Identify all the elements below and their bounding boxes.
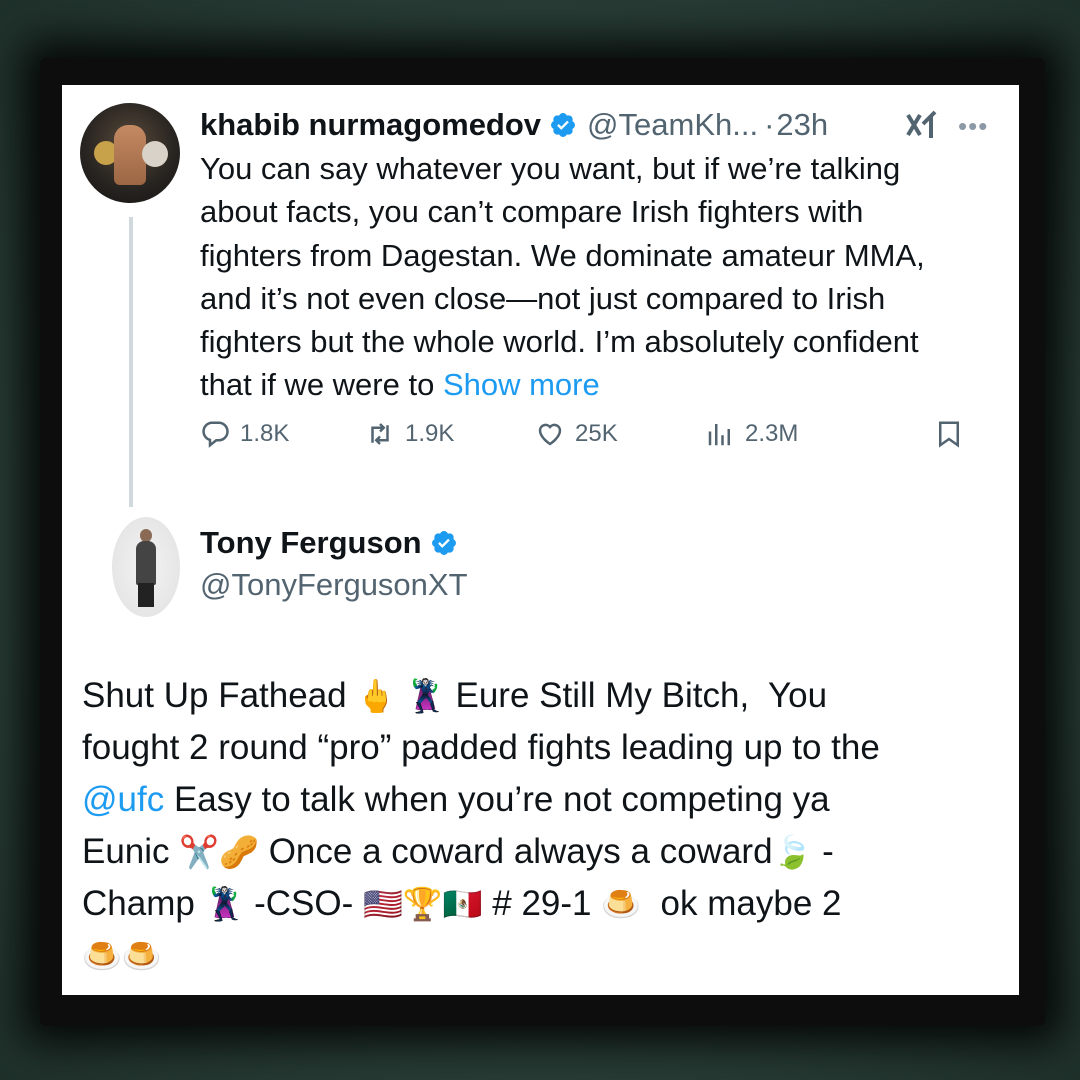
screenshot-card: khabib nurmagomedov @TeamKh... · 23h •••… [62, 85, 1019, 995]
avatar[interactable] [80, 103, 180, 203]
avatar[interactable] [112, 517, 180, 617]
tweet-actions: 1.8K 1.9K 25K 2.3M [200, 419, 1000, 459]
views-chart-icon [708, 424, 730, 446]
verified-badge-icon [551, 113, 576, 137]
more-dots-icon[interactable]: ••• [958, 111, 988, 142]
share-button[interactable] [1018, 419, 1019, 449]
flan-emoji: 🍮 [601, 885, 642, 923]
scissors-emoji: ✂️ [179, 833, 220, 871]
verified-badge-icon [431, 531, 456, 555]
views-button[interactable]: 2.3M [705, 419, 798, 449]
thread-line [129, 217, 133, 507]
bookmark-icon [939, 421, 959, 448]
like-count: 25K [575, 420, 618, 447]
share-icon [1018, 419, 1019, 449]
mention-link[interactable]: @ufc [82, 780, 164, 819]
reply-header: Tony Ferguson [200, 525, 458, 561]
views-count: 2.3M [745, 420, 799, 447]
peanut-emoji: 🥜 [219, 833, 259, 871]
reply-author-name[interactable]: Tony Ferguson [200, 525, 422, 561]
tweet-text: You can say whatever you want, but if we… [200, 151, 925, 403]
tweet-header: khabib nurmagomedov @TeamKh... · 23h [200, 105, 828, 145]
grok-icon[interactable] [905, 109, 939, 141]
reply-button[interactable]: 1.8K [200, 419, 289, 449]
reply-icon [202, 421, 229, 448]
show-more-link[interactable]: Show more [443, 367, 600, 402]
mexico-flag-emoji: 🇲🇽 [442, 885, 483, 923]
separator-dot: · [764, 107, 775, 142]
middle-finger-emoji: 🖕 [356, 677, 397, 715]
reply-author-handle[interactable]: @TonyFergusonXT [200, 567, 468, 603]
reply-count: 1.8K [240, 420, 290, 447]
flan-emoji: 🍮 [121, 937, 162, 975]
repost-icon [371, 423, 389, 445]
supervillain-emoji: 🦹 [405, 677, 446, 715]
tweet-time[interactable]: 23h [776, 107, 828, 143]
trophy-emoji: 🏆 [402, 885, 443, 923]
heart-icon [538, 423, 562, 446]
us-flag-emoji: 🇺🇸 [363, 885, 403, 923]
reply-text: Shut Up Fathead 🖕 🦹 Eure Still My Bitch,… [82, 676, 880, 975]
flan-emoji: 🍮 [82, 937, 122, 975]
bookmark-button[interactable] [934, 419, 974, 449]
author-handle[interactable]: @TeamKh... [587, 107, 758, 143]
repost-button[interactable]: 1.9K [365, 419, 454, 449]
leaves-emoji: 🍃 [772, 833, 813, 871]
author-name[interactable]: khabib nurmagomedov [200, 107, 541, 143]
supervillain-emoji: 🦹 [204, 885, 245, 923]
like-button[interactable]: 25K [535, 419, 618, 449]
repost-count: 1.9K [405, 420, 455, 447]
